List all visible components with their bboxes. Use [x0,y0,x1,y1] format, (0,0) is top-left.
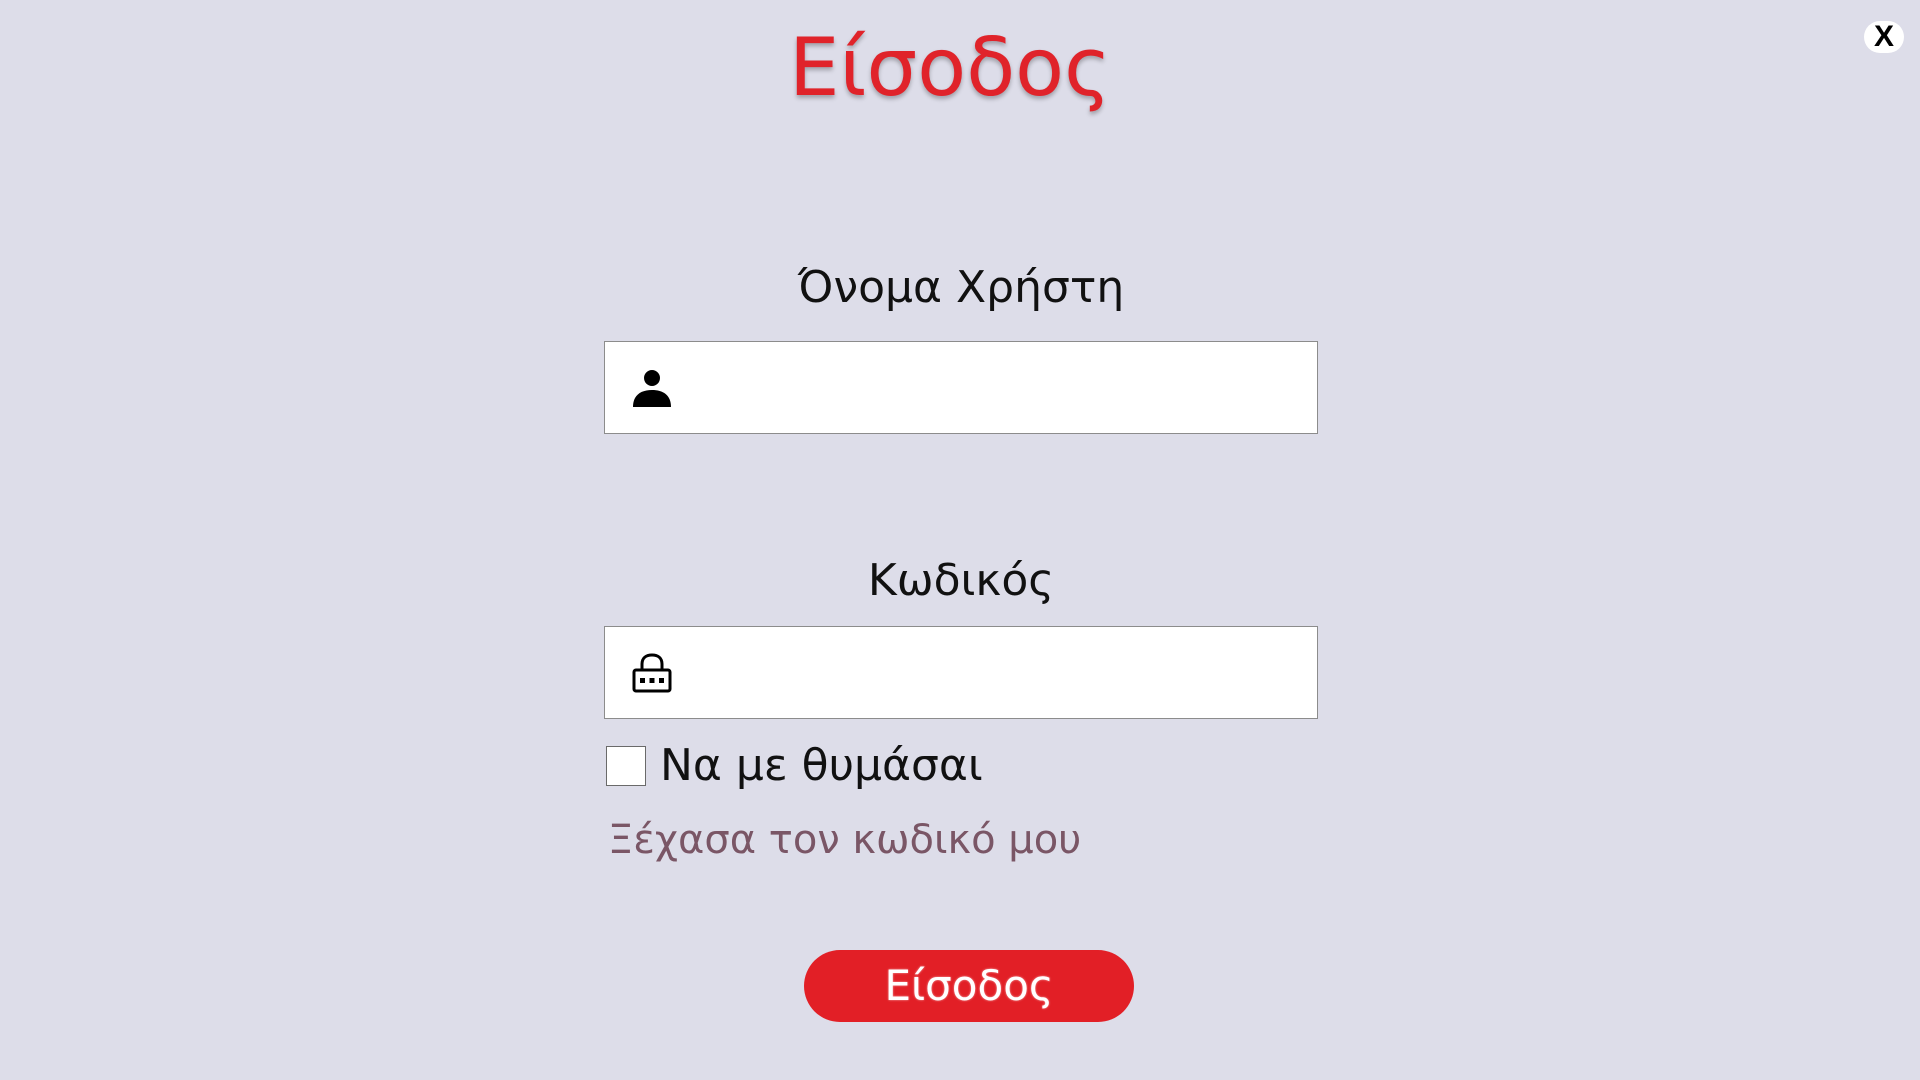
forgot-password-link[interactable]: Ξέχασα τον κωδικό μου [608,814,1081,866]
login-button[interactable]: Είσοδος [804,950,1134,1022]
username-field[interactable] [604,341,1318,435]
lock-icon [632,653,672,693]
password-label: Κωδικός [867,555,1055,606]
login-screen: X Είσοδος Όνομα Χρήστη Κωδικός Να με θυμ… [0,0,1920,1080]
remember-me-label[interactable]: Να με θυμάσαι [660,740,983,792]
username-label: Όνομα Χρήστη [797,262,1125,313]
page-title: Είσοδος [788,21,1112,114]
remember-me-checkbox[interactable] [606,746,646,786]
user-icon [633,370,671,407]
username-input[interactable] [697,342,1301,435]
remember-me-row[interactable]: Να με θυμάσαι [606,740,983,792]
password-field[interactable] [604,626,1318,720]
password-input[interactable] [697,627,1301,720]
